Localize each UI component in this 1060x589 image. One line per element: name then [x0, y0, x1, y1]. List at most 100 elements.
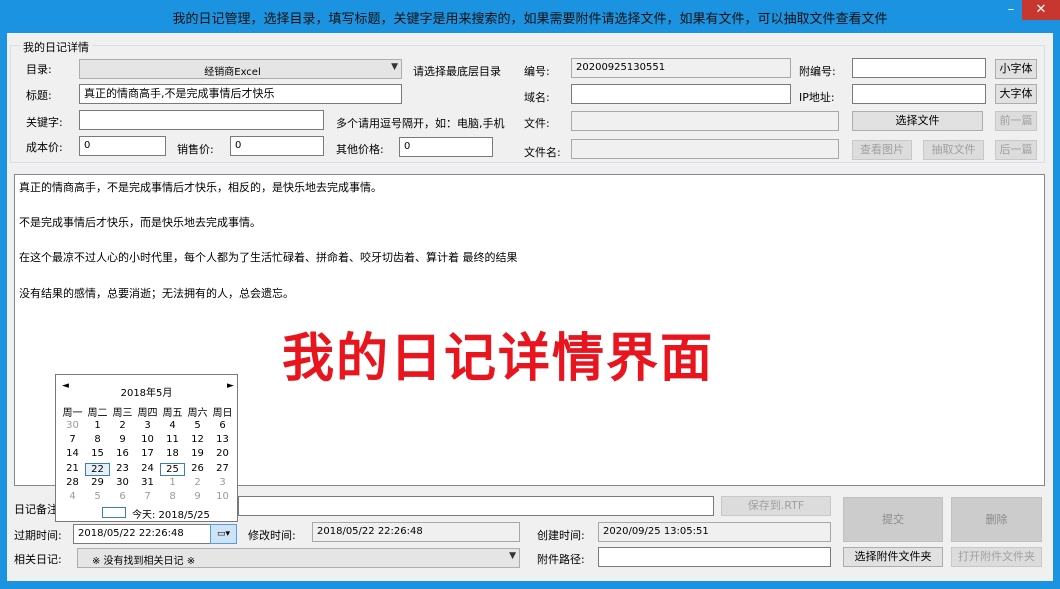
- calendar-day[interactable]: 2: [110, 420, 135, 431]
- calendar-day[interactable]: 18: [160, 448, 185, 459]
- calendar-day[interactable]: 9: [185, 491, 210, 502]
- calendar-day[interactable]: 14: [60, 448, 85, 459]
- calendar-day[interactable]: 9: [110, 434, 135, 445]
- calendar-day[interactable]: 3: [135, 420, 160, 431]
- calendar-day[interactable]: 1: [85, 420, 110, 431]
- number-field[interactable]: 20200925130551: [571, 58, 791, 78]
- keyword-field[interactable]: [79, 110, 324, 130]
- large-font-button[interactable]: 大字体: [995, 84, 1037, 104]
- cost-label: 成本价:: [26, 141, 63, 154]
- weekday-header: 周日: [212, 408, 233, 419]
- choose-attach-folder-button[interactable]: 选择附件文件夹: [843, 547, 943, 567]
- domain-label: 域名:: [524, 91, 550, 104]
- close-button[interactable]: ✕: [1022, 0, 1060, 20]
- calendar-day[interactable]: 12: [185, 434, 210, 445]
- calendar-day[interactable]: 8: [85, 434, 110, 445]
- calendar-dropdown-button[interactable]: ▭▾: [210, 524, 237, 544]
- calendar-day[interactable]: 13: [210, 434, 235, 445]
- calendar-icon: ▭▾: [216, 529, 231, 539]
- view-image-button[interactable]: 查看图片: [852, 140, 912, 160]
- calendar-day[interactable]: 15: [85, 448, 110, 459]
- save-rtf-button[interactable]: 保存到.RTF: [721, 496, 831, 516]
- overlay-caption: 我的日记详情界面: [282, 329, 715, 389]
- cost-field[interactable]: 0: [79, 136, 166, 156]
- number-label: 编号:: [524, 65, 550, 78]
- calendar-day[interactable]: 16: [110, 448, 135, 459]
- calendar-day[interactable]: 2: [185, 477, 210, 488]
- subnumber-field[interactable]: [852, 58, 986, 78]
- domain-field[interactable]: [571, 84, 791, 104]
- weekday-header: 周四: [137, 408, 158, 419]
- calendar-day[interactable]: 4: [160, 420, 185, 431]
- calendar-day[interactable]: 4: [60, 491, 85, 502]
- calendar-day[interactable]: 6: [210, 420, 235, 431]
- catalog-label: 目录:: [26, 63, 52, 76]
- weekday-header: 周三: [112, 408, 133, 419]
- calendar-day[interactable]: 25: [160, 462, 185, 476]
- calendar-day[interactable]: 20: [210, 448, 235, 459]
- calendar-day[interactable]: 27: [210, 463, 235, 474]
- calendar-day[interactable]: 1: [160, 477, 185, 488]
- delete-button[interactable]: 删除: [951, 497, 1042, 542]
- next-button[interactable]: 后一篇: [995, 140, 1037, 160]
- file-field[interactable]: [571, 111, 839, 131]
- related-diary-select[interactable]: ※ 没有找到相关日记 ※ ▼: [77, 548, 520, 568]
- modify-label: 修改时间:: [248, 529, 296, 542]
- catalog-hint: 请选择最底层目录: [413, 65, 501, 78]
- sale-field[interactable]: 0: [230, 136, 324, 156]
- today-label[interactable]: 今天: 2018/5/25: [132, 506, 210, 521]
- calendar-day[interactable]: 10: [210, 491, 235, 502]
- paragraph: 没有结果的感情，总要消逝；无法拥有的人，总会遗忘。: [19, 287, 294, 300]
- other-price-field[interactable]: 0: [399, 137, 493, 157]
- calendar-day[interactable]: 7: [135, 491, 160, 502]
- calendar-day[interactable]: 24: [135, 463, 160, 474]
- choose-file-button[interactable]: 选择文件: [852, 111, 983, 131]
- calendar-day[interactable]: 6: [110, 491, 135, 502]
- ip-field[interactable]: [852, 84, 986, 104]
- title-field[interactable]: 真正的情商高手,不是完成事情后才快乐: [79, 84, 402, 104]
- prev-button[interactable]: 前一篇: [995, 111, 1037, 131]
- calendar-day[interactable]: 29: [85, 477, 110, 488]
- calendar-day[interactable]: 30: [110, 477, 135, 488]
- calendar-day[interactable]: 17: [135, 448, 160, 459]
- group-title: 我的日记详情: [20, 39, 92, 55]
- calendar-day[interactable]: 10: [135, 434, 160, 445]
- filename-label: 文件名:: [524, 146, 561, 159]
- submit-button[interactable]: 提交: [843, 497, 943, 542]
- calendar-day[interactable]: 26: [185, 463, 210, 474]
- open-attach-folder-button[interactable]: 打开附件文件夹: [951, 547, 1042, 567]
- calendar-day[interactable]: 23: [110, 463, 135, 474]
- calendar-month-title[interactable]: 2018年5月: [56, 384, 237, 399]
- catalog-select[interactable]: 经销商Excel ▼: [79, 59, 402, 79]
- keyword-hint: 多个请用逗号隔开，如：电脑,手机: [336, 117, 505, 130]
- calendar-day[interactable]: 19: [185, 448, 210, 459]
- weekday-header: 周一: [62, 408, 83, 419]
- subnumber-label: 附编号:: [799, 65, 836, 78]
- other-price-label: 其他价格:: [336, 143, 384, 156]
- note-field[interactable]: [238, 496, 714, 516]
- small-font-button[interactable]: 小字体: [995, 59, 1037, 79]
- calendar-day[interactable]: 30: [60, 420, 85, 431]
- calendar-day[interactable]: 22: [85, 462, 110, 476]
- ip-label: IP地址:: [799, 91, 835, 104]
- weekday-header: 周六: [187, 408, 208, 419]
- calendar-day[interactable]: 5: [185, 420, 210, 431]
- attach-path-field[interactable]: [598, 547, 831, 567]
- calendar-day[interactable]: 8: [160, 491, 185, 502]
- weekday-header: 周五: [162, 408, 183, 419]
- calendar-day[interactable]: 21: [60, 463, 85, 474]
- calendar-day[interactable]: 5: [85, 491, 110, 502]
- paragraph: 在这个最凉不过人心的小时代里，每个人都为了生活忙碌着、拼命着、咬牙切齿着、算计着…: [19, 251, 518, 264]
- calendar-day[interactable]: 31: [135, 477, 160, 488]
- keyword-label: 关键字:: [26, 116, 63, 129]
- weekday-header: 周二: [87, 408, 108, 419]
- calendar-day[interactable]: 3: [210, 477, 235, 488]
- calendar-day[interactable]: 7: [60, 434, 85, 445]
- expire-datetime-field[interactable]: 2018/05/22 22:26:48: [73, 524, 213, 544]
- chevron-down-icon: ▼: [391, 62, 398, 72]
- calendar-day[interactable]: 11: [160, 434, 185, 445]
- calendar-day[interactable]: 28: [60, 477, 85, 488]
- extract-file-button[interactable]: 抽取文件: [923, 140, 984, 160]
- filename-field[interactable]: [571, 139, 839, 159]
- minimize-button[interactable]: –: [1000, 0, 1022, 20]
